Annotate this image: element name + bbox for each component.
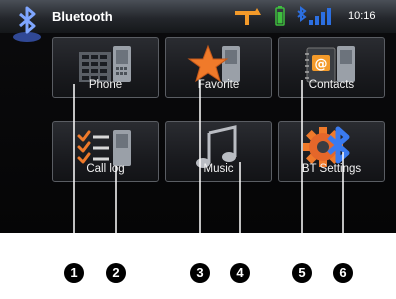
bluetooth-signal-icon xyxy=(297,6,331,25)
favorite-button[interactable]: Favorite xyxy=(165,37,272,98)
callout-4: 4 xyxy=(230,263,250,283)
bt-settings-button[interactable]: BT Settings xyxy=(278,121,385,182)
call-log-label: Call log xyxy=(86,163,125,175)
callout-3: 3 xyxy=(190,263,210,283)
title-bar: Bluetooth 10:16 xyxy=(0,0,396,42)
contacts-label: Contacts xyxy=(308,79,355,91)
road-icon xyxy=(235,8,261,25)
clock: 10:16 xyxy=(348,10,376,22)
callout-2: 2 xyxy=(106,263,126,283)
callout-1: 1 xyxy=(64,263,84,283)
contacts-button[interactable]: @ Contacts xyxy=(278,37,385,98)
phone-button[interactable]: Phone xyxy=(52,37,159,98)
bluetooth-logo-icon xyxy=(13,6,41,42)
page-title: Bluetooth xyxy=(52,9,113,24)
music-label: Music xyxy=(203,163,234,175)
bt-settings-label: BT Settings xyxy=(301,163,362,175)
svg-text:@: @ xyxy=(315,57,328,72)
music-button[interactable]: Music xyxy=(165,121,272,182)
phone-label: Phone xyxy=(88,79,123,91)
callout-6: 6 xyxy=(333,263,353,283)
callout-5: 5 xyxy=(292,263,312,283)
favorite-label: Favorite xyxy=(197,79,240,91)
call-log-button[interactable]: Call log xyxy=(52,121,159,182)
head-unit-screen: Bluetooth 10:16 Phone Favorite @ Contact… xyxy=(0,0,396,233)
battery-icon xyxy=(275,6,285,26)
